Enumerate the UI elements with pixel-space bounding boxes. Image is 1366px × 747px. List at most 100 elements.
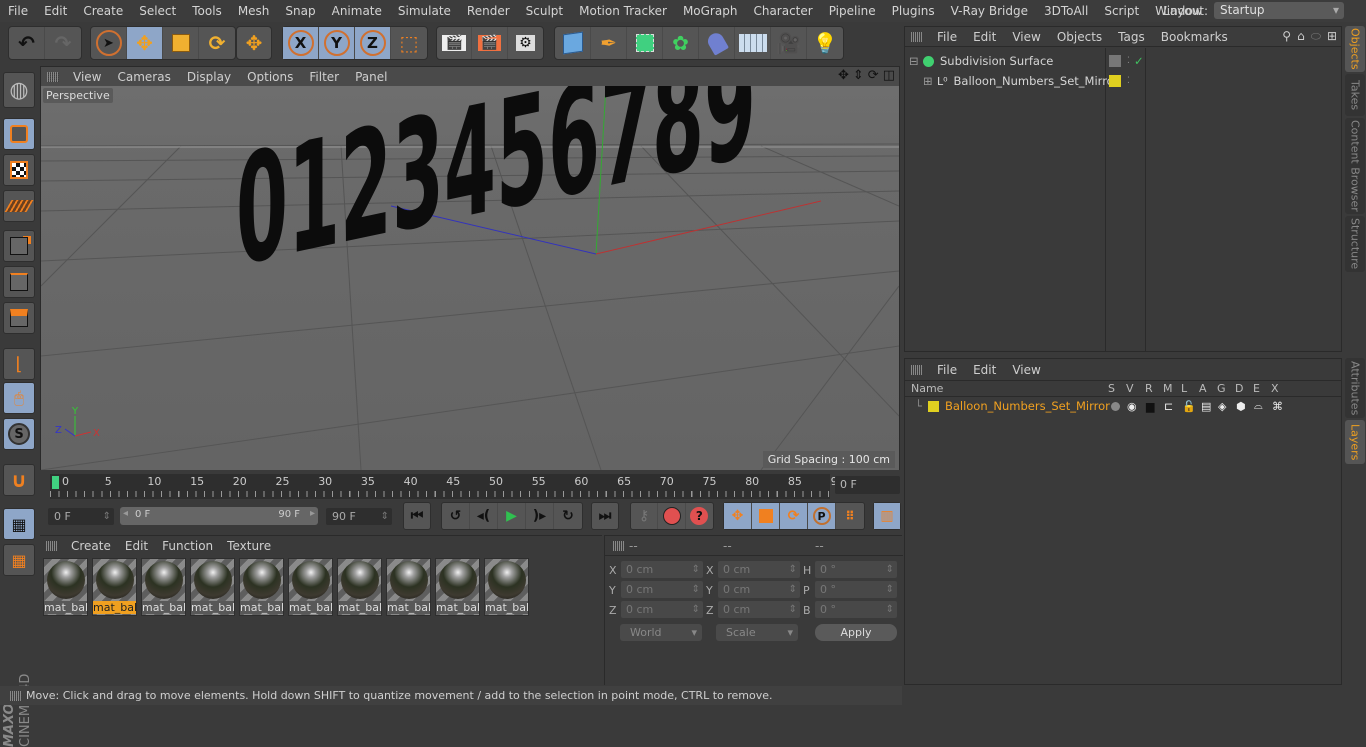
object-row-balloon-numbers[interactable]: ⊞ L⁰ Balloon_Numbers_Set_Mirror ⁚ [905, 71, 1341, 91]
col-render[interactable]: R [1145, 382, 1153, 395]
menu-edit[interactable]: Edit [36, 4, 75, 18]
filter-icon[interactable]: ⬭ [1311, 29, 1321, 44]
model-mode-button[interactable] [3, 118, 35, 150]
points-mode-button[interactable] [3, 230, 35, 262]
frame-range-slider[interactable]: ◂ 0 F 90 F ▸ [120, 507, 318, 525]
menu-plugins[interactable]: Plugins [884, 4, 943, 18]
key-scale-button[interactable] [752, 503, 780, 529]
col-animation[interactable]: A [1199, 382, 1207, 395]
menu-mograph[interactable]: MoGraph [675, 4, 746, 18]
menu-select[interactable]: Select [131, 4, 184, 18]
object-name[interactable]: Subdivision Surface [940, 54, 1053, 68]
object-menu-view[interactable]: View [1004, 30, 1048, 44]
goto-start-button[interactable]: ⏮ [404, 503, 430, 529]
timeline-ruler[interactable]: 051015202530354045505560657075808590 [50, 474, 830, 499]
material-menu-create[interactable]: Create [64, 539, 118, 553]
position-x-field[interactable]: 0 cm [621, 561, 703, 578]
workplane-align-button[interactable]: ▦ [3, 544, 35, 576]
material-swatch[interactable]: mat_bal [337, 558, 382, 616]
camera-button[interactable]: 🎥 [771, 27, 807, 59]
pan-view-icon[interactable]: ✥ [838, 68, 849, 83]
position-z-field[interactable]: 0 cm [621, 601, 703, 618]
layer-color-icon[interactable] [1109, 75, 1121, 87]
collapse-icon[interactable]: ⊟ [909, 54, 917, 68]
layer-menu-edit[interactable]: Edit [965, 363, 1004, 377]
panel-grip-icon[interactable] [911, 365, 923, 375]
new-window-icon[interactable]: ⊞ [1327, 29, 1337, 44]
material-menu-function[interactable]: Function [155, 539, 220, 553]
next-frame-button[interactable]: )▸ [526, 503, 554, 529]
object-menu-edit[interactable]: Edit [965, 30, 1004, 44]
tweak-mode-button[interactable]: 🖱 [3, 382, 35, 414]
col-expressions[interactable]: E [1253, 382, 1260, 395]
menu-animate[interactable]: Animate [324, 4, 390, 18]
menu-file[interactable]: File [0, 4, 36, 18]
menu-snap[interactable]: Snap [277, 4, 323, 18]
prev-key-button[interactable]: ↺ [442, 503, 470, 529]
rotation-p-field[interactable]: 0 ° [815, 581, 897, 598]
size-y-field[interactable]: 0 cm [718, 581, 800, 598]
col-name[interactable]: Name [911, 382, 943, 395]
search-icon[interactable]: ⚲ [1282, 29, 1291, 44]
expand-icon[interactable]: ⊞ [923, 74, 931, 88]
size-z-field[interactable]: 0 cm [718, 601, 800, 618]
col-xref[interactable]: X [1271, 382, 1279, 395]
axis-mode-button[interactable]: ⌊ [3, 348, 35, 380]
visibility-dots-icon[interactable]: ⁚ [1127, 76, 1130, 86]
workplane-lock-button[interactable]: ▦ [3, 508, 35, 540]
layer-name[interactable]: Balloon_Numbers_Set_Mirror [945, 399, 1110, 413]
viewport-menu-filter[interactable]: Filter [301, 70, 347, 84]
material-swatch[interactable]: mat_bal [386, 558, 431, 616]
tab-layers[interactable]: Layers [1345, 420, 1365, 464]
col-manager[interactable]: M [1163, 382, 1173, 395]
object-menu-objects[interactable]: Objects [1049, 30, 1110, 44]
col-solo[interactable]: S [1108, 382, 1115, 395]
animation-icon[interactable]: ▤ [1201, 400, 1211, 413]
solo-mode-button[interactable]: S [3, 418, 35, 450]
next-key-button[interactable]: ↻ [554, 503, 582, 529]
apply-button[interactable]: Apply [815, 624, 897, 641]
cube-button[interactable] [555, 27, 591, 59]
tab-structure[interactable]: Structure [1345, 216, 1365, 272]
undo-button[interactable]: ↶ [9, 27, 45, 59]
unlock-icon[interactable]: 🔓 [1182, 400, 1196, 413]
render-view-button[interactable]: 🎬 [437, 27, 472, 59]
menu-sculpt[interactable]: Sculpt [518, 4, 571, 18]
tab-objects[interactable]: Objects [1345, 26, 1365, 72]
layer-color-swatch[interactable] [928, 401, 939, 412]
material-menu-texture[interactable]: Texture [220, 539, 278, 553]
menu-motion-tracker[interactable]: Motion Tracker [571, 4, 675, 18]
viewport-menu-panel[interactable]: Panel [347, 70, 395, 84]
subdivision-button[interactable] [627, 27, 663, 59]
menu-script[interactable]: Script [1096, 4, 1147, 18]
rotate-view-icon[interactable]: ⟳ [868, 68, 879, 83]
generator-icon[interactable]: ◈ [1218, 400, 1226, 413]
z-axis-button[interactable]: Z [355, 27, 391, 59]
panel-grip-icon[interactable] [613, 541, 625, 551]
end-frame-field[interactable]: 90 F [326, 508, 392, 525]
prev-frame-button[interactable]: ◂( [470, 503, 498, 529]
layer-menu-file[interactable]: File [929, 363, 965, 377]
polygons-mode-button[interactable] [3, 302, 35, 334]
scale-tool-button[interactable] [163, 27, 199, 59]
material-menu-edit[interactable]: Edit [118, 539, 155, 553]
object-menu-tags[interactable]: Tags [1110, 30, 1153, 44]
deformer-icon[interactable]: ⬢ [1236, 400, 1246, 413]
size-mode-dropdown[interactable]: Scale [716, 624, 798, 641]
current-frame-field[interactable]: 0 F [835, 476, 900, 494]
rotate-tool-button[interactable]: ⟳ [199, 27, 235, 59]
snap-button[interactable]: ∪ [3, 464, 35, 496]
play-button[interactable]: ▶ [498, 503, 526, 529]
material-swatch[interactable]: mat_bal [484, 558, 529, 616]
coordinate-space-dropdown[interactable]: World [620, 624, 702, 641]
col-locked[interactable]: L [1181, 382, 1187, 395]
expression-icon[interactable]: ⌓ [1254, 399, 1263, 413]
material-swatch[interactable]: mat_bal [43, 558, 88, 616]
floor-button[interactable] [735, 27, 771, 59]
autokey-button[interactable] [658, 503, 685, 529]
menu-simulate[interactable]: Simulate [390, 4, 459, 18]
start-frame-field[interactable]: 0 F [48, 508, 114, 525]
toggle-layout-icon[interactable]: ◫ [883, 68, 895, 83]
zoom-view-icon[interactable]: ⇕ [853, 68, 864, 83]
balloon-numbers-model[interactable]: 0123456789 [236, 86, 756, 300]
